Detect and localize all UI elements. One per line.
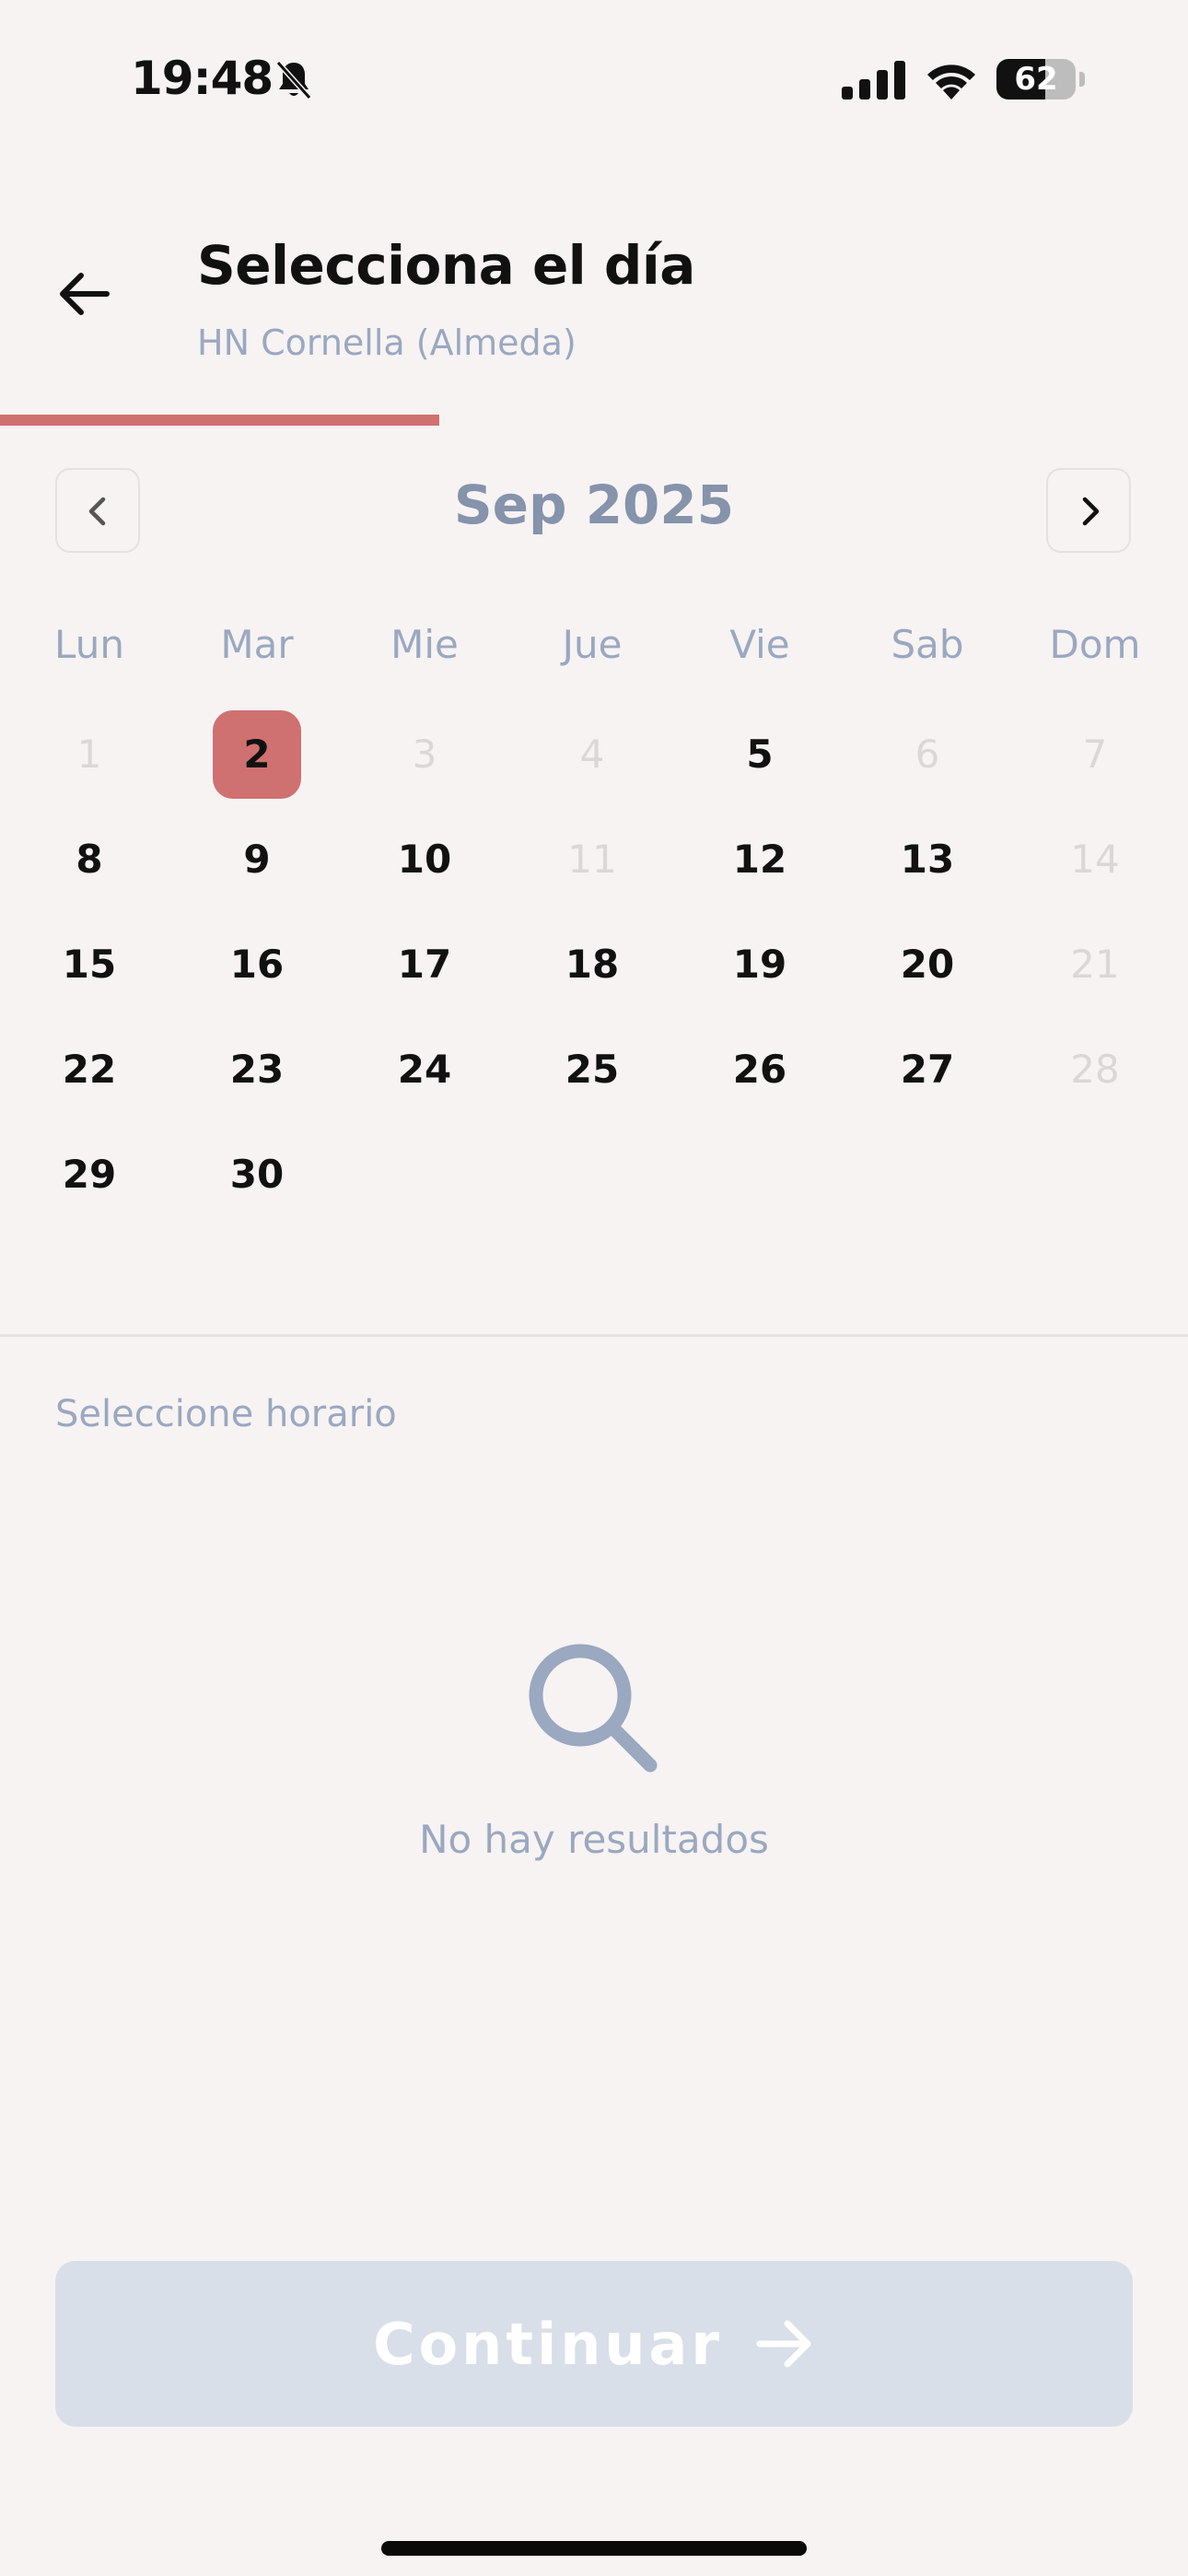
page-subtitle: HN Cornella (Almeda) — [197, 322, 577, 363]
wifi-icon — [927, 64, 975, 100]
calendar-day[interactable]: 24 — [380, 1025, 469, 1114]
calendar-day: 3 — [412, 732, 437, 777]
calendar-day: 4 — [579, 732, 605, 777]
chevron-left-icon — [88, 497, 106, 526]
weekday-label: Mie — [390, 622, 459, 667]
calendar-day[interactable]: 26 — [716, 1025, 804, 1114]
calendar-day[interactable]: 27 — [883, 1025, 972, 1114]
weekday-label: Dom — [1049, 622, 1141, 667]
previous-month-button[interactable] — [55, 468, 140, 553]
weekday-label: Vie — [729, 622, 790, 667]
calendar-day[interactable]: 20 — [883, 920, 972, 1009]
back-arrow-icon[interactable] — [55, 265, 112, 322]
bell-slash-icon — [275, 60, 312, 100]
calendar-day[interactable]: 13 — [883, 815, 972, 904]
search-icon — [529, 1644, 658, 1773]
arrow-right-icon — [756, 2320, 811, 2368]
calendar-day: 6 — [914, 732, 940, 777]
section-divider — [0, 1334, 1188, 1337]
calendar-day-selected[interactable]: 2 — [213, 710, 301, 799]
month-label: Sep 2025 — [453, 474, 735, 536]
calendar-day: 28 — [1070, 1047, 1120, 1092]
home-indicator — [381, 2541, 807, 2556]
calendar-day[interactable]: 15 — [45, 920, 134, 1009]
weekday-label: Sab — [891, 622, 964, 667]
calendar-day: 14 — [1070, 837, 1120, 882]
calendar-day[interactable]: 18 — [548, 920, 636, 1009]
calendar-day[interactable]: 22 — [45, 1025, 134, 1114]
chevron-right-icon — [1082, 497, 1100, 526]
calendar-day[interactable]: 12 — [716, 815, 804, 904]
page-title: Selecciona el día — [197, 234, 695, 297]
next-month-button[interactable] — [1046, 468, 1131, 553]
calendar-day[interactable]: 5 — [716, 710, 804, 799]
empty-state-text: No hay resultados — [419, 1817, 769, 1862]
signal-icon — [842, 61, 905, 100]
calendar-day[interactable]: 17 — [380, 920, 469, 1009]
continue-button[interactable]: Continuar — [55, 2261, 1133, 2427]
step-progress-fill — [0, 415, 440, 426]
battery-indicator: 62 — [996, 59, 1085, 100]
calendar-day[interactable]: 30 — [213, 1130, 301, 1219]
calendar-day[interactable]: 8 — [45, 815, 134, 904]
calendar-day[interactable]: 29 — [45, 1130, 134, 1219]
calendar-day[interactable]: 19 — [716, 920, 804, 1009]
calendar-day[interactable]: 23 — [213, 1025, 301, 1114]
weekday-label: Mar — [220, 622, 294, 667]
weekday-label: Lun — [54, 622, 124, 667]
continue-button-label: Continuar — [373, 2310, 723, 2378]
calendar-day: 1 — [76, 732, 102, 777]
calendar-day[interactable]: 9 — [213, 815, 301, 904]
schedule-section-label: Seleccione horario — [55, 1393, 397, 1435]
calendar-day[interactable]: 10 — [380, 815, 469, 904]
step-progress-bar — [0, 415, 1188, 426]
calendar-day[interactable]: 16 — [213, 920, 301, 1009]
calendar-day[interactable]: 25 — [548, 1025, 636, 1114]
calendar-day: 21 — [1070, 942, 1120, 987]
calendar-day: 11 — [567, 837, 617, 882]
status-time: 19:48 — [131, 52, 274, 105]
weekday-label: Jue — [562, 622, 623, 667]
battery-percent: 62 — [1014, 61, 1058, 98]
calendar-day: 7 — [1082, 732, 1108, 777]
